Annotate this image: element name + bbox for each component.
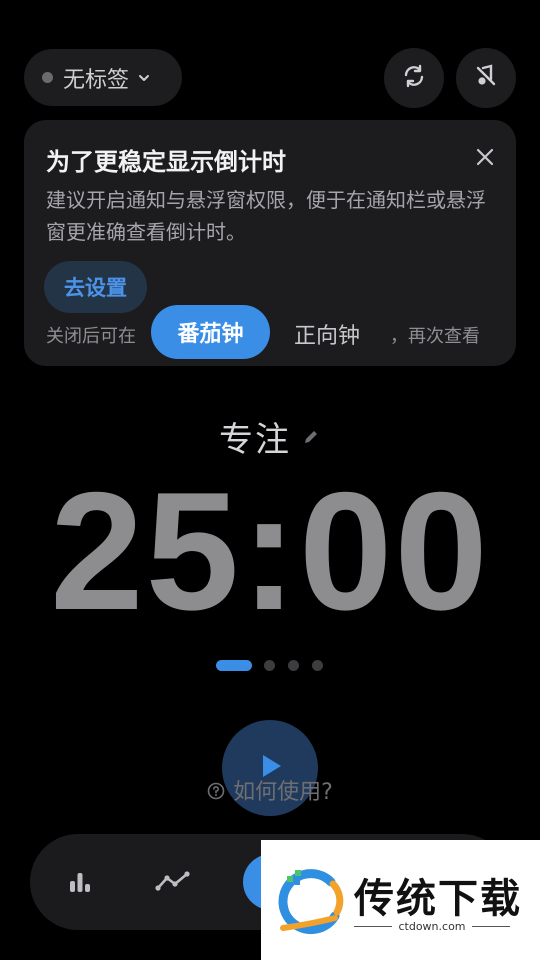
tag-selector[interactable]: 无标签	[24, 49, 182, 106]
bell-off-icon	[473, 63, 499, 93]
watermark-logo-icon	[271, 862, 349, 940]
tag-color-dot	[42, 72, 53, 83]
page-dot[interactable]	[264, 660, 275, 671]
notice-title: 为了更稳定显示倒计时	[46, 148, 286, 176]
tag-label: 无标签	[63, 67, 130, 93]
timer-display[interactable]: 25:00	[0, 466, 540, 636]
permission-notice-card: 为了更稳定显示倒计时 建议开启通知与悬浮窗权限，便于在通知栏或悬浮窗更准确查看倒…	[24, 120, 516, 366]
chevron-down-icon	[137, 71, 151, 85]
watermark-url-row: ctdown.com	[354, 920, 510, 933]
go-settings-button[interactable]: 去设置	[44, 261, 147, 313]
page-dot-active[interactable]	[216, 660, 252, 671]
page-dot[interactable]	[288, 660, 299, 671]
help-link[interactable]: 如何使用?	[0, 774, 540, 806]
notice-body: 建议开启通知与悬浮窗权限，便于在通知栏或悬浮窗更准确查看倒计时。	[46, 188, 486, 244]
sync-button[interactable]	[384, 48, 444, 108]
stats-icon[interactable]	[62, 864, 98, 900]
mode-stopwatch-tab[interactable]: 正向钟	[294, 318, 360, 350]
watermark-url: ctdown.com	[398, 920, 466, 933]
sync-icon	[401, 63, 427, 93]
page-dot[interactable]	[312, 660, 323, 671]
focus-label-row[interactable]: 专注	[0, 412, 540, 461]
notice-footer-right: ，再次查看	[390, 326, 480, 347]
help-label: 如何使用?	[233, 780, 333, 805]
notice-footer-left: 关闭后可在	[46, 326, 136, 347]
trend-icon[interactable]	[155, 864, 191, 900]
focus-label: 专注	[219, 420, 291, 460]
page-indicator	[216, 660, 336, 671]
pencil-icon[interactable]	[301, 427, 321, 447]
mode-pomodoro-tab[interactable]: 番茄钟	[151, 305, 270, 359]
watermark-brand: 传统下载	[354, 876, 522, 922]
watermark: 传统下载 ctdown.com	[261, 840, 540, 960]
question-circle-icon	[207, 781, 225, 800]
mute-button[interactable]	[456, 48, 516, 108]
close-icon[interactable]	[474, 146, 496, 168]
